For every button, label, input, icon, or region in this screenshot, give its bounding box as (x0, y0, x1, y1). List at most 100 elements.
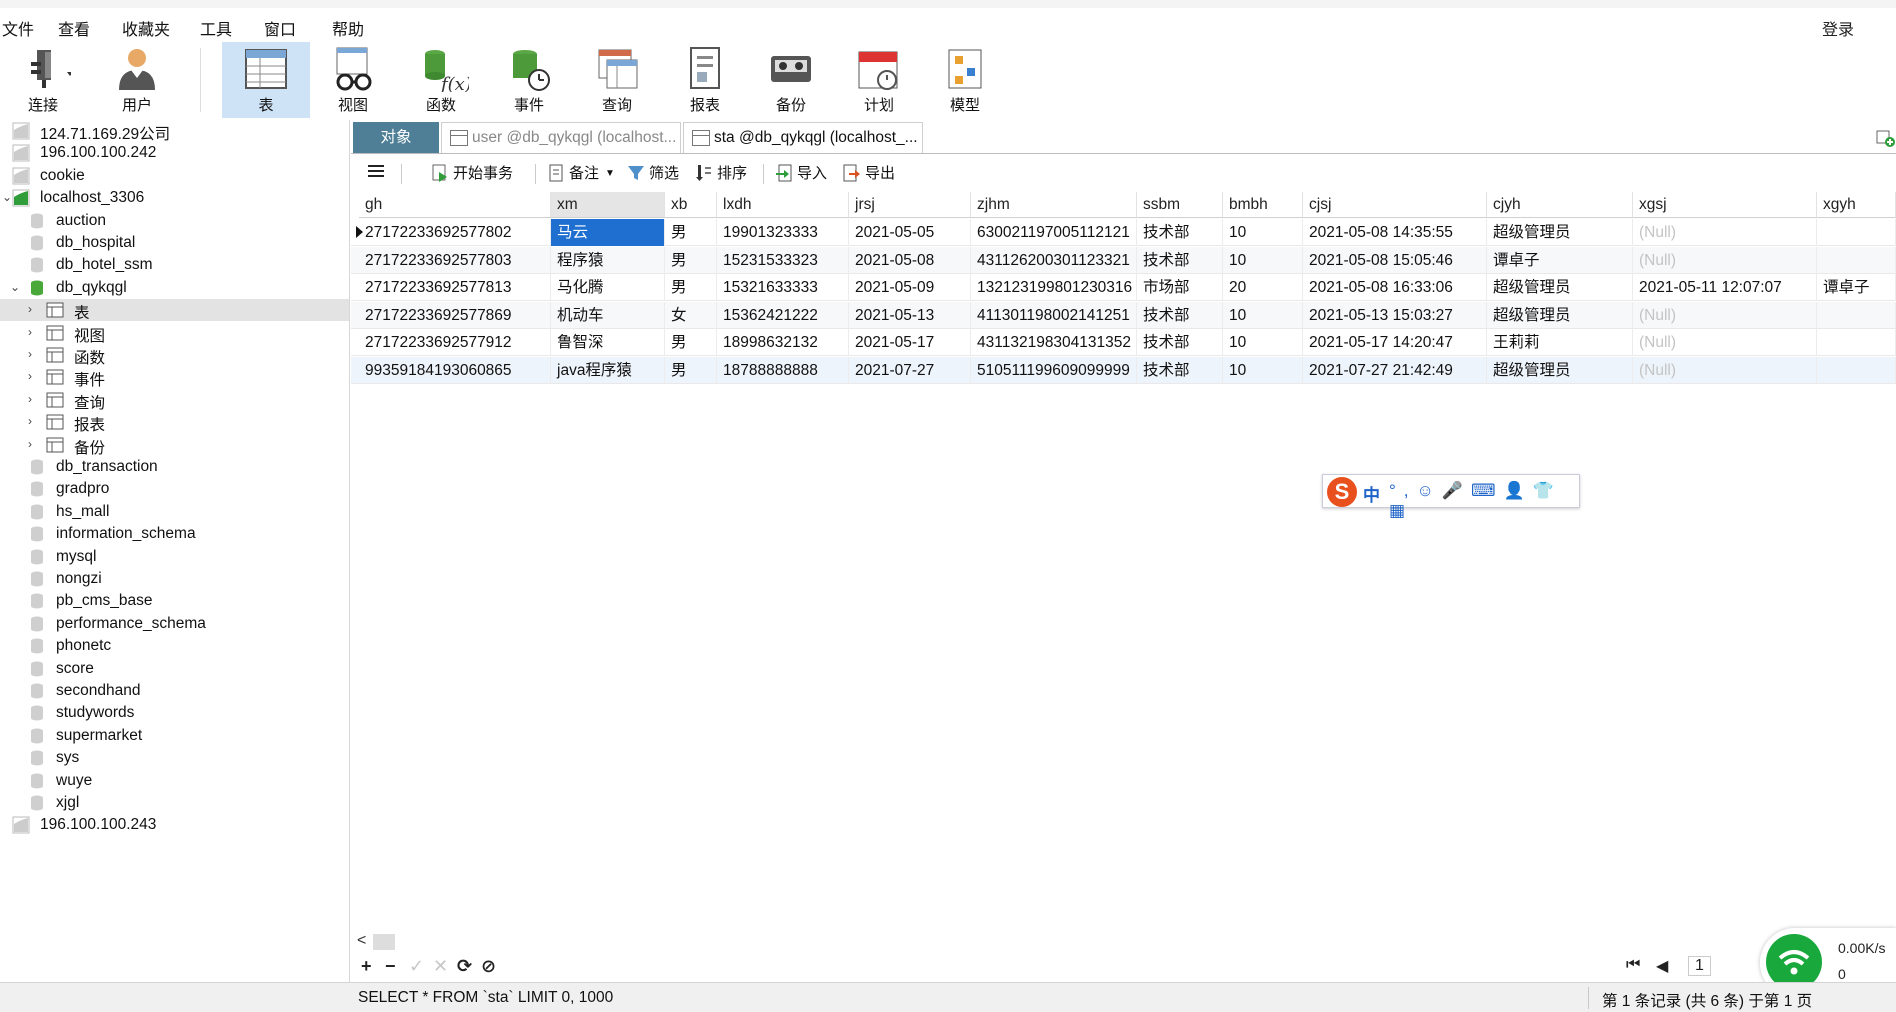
first-page-icon[interactable]: ⏮ (1626, 956, 1640, 974)
table-button[interactable]: 表 (222, 42, 310, 118)
table-cell[interactable]: 2021-05-17 14:20:47 (1303, 329, 1487, 356)
new-tab-icon[interactable] (1876, 128, 1896, 148)
schedule-button[interactable]: 计划 (836, 42, 922, 118)
tree-item[interactable]: pb_cms_base (0, 590, 349, 612)
collapse-arrow-icon[interactable]: › (28, 325, 40, 339)
column-header[interactable]: xb (665, 192, 717, 218)
table-cell[interactable]: 630021197005112121 (971, 219, 1137, 246)
table-cell[interactable]: 27172233692577813 (359, 274, 551, 301)
table-cell[interactable]: 431126200301123321 (971, 246, 1137, 274)
table-cell[interactable]: 程序猿 (551, 246, 665, 274)
column-header[interactable]: xgyh (1817, 192, 1896, 218)
ime-toolbar[interactable]: S 中 °,☺🎤⌨👤👕▦ (1322, 474, 1580, 520)
table-cell[interactable]: 510511199609099999 (971, 356, 1137, 384)
table-cell[interactable]: 超级管理员 (1487, 274, 1633, 301)
table-cell[interactable] (1817, 219, 1896, 246)
connect-button[interactable]: 连接 (0, 42, 86, 118)
delete-record-icon[interactable]: − (385, 956, 396, 977)
table-cell[interactable]: 10 (1223, 246, 1303, 274)
menu-view[interactable]: 查看 (58, 16, 90, 40)
filter-button[interactable]: 筛选 (627, 162, 679, 186)
menu-help[interactable]: 帮助 (332, 16, 364, 40)
table-cell[interactable]: 马云 (551, 219, 665, 246)
user-button[interactable]: 用户 (94, 42, 180, 118)
tree-item[interactable]: › 报表 (0, 411, 349, 434)
table-cell[interactable]: java程序猿 (551, 356, 665, 384)
table-cell[interactable]: 超级管理员 (1487, 219, 1633, 246)
tree-item[interactable]: cookie (0, 165, 349, 187)
menu-tools[interactable]: 工具 (200, 16, 232, 40)
table-cell[interactable]: 2021-05-17 (849, 329, 971, 356)
table-cell[interactable]: 谭卓子 (1487, 246, 1633, 274)
column-header[interactable]: jrsj (849, 192, 971, 218)
table-cell[interactable]: 2021-05-13 15:03:27 (1303, 301, 1487, 329)
table-cell[interactable]: 15321633333 (717, 274, 849, 301)
backup-button[interactable]: 备份 (748, 42, 834, 118)
table-cell[interactable]: 18788888888 (717, 356, 849, 384)
column-header[interactable]: zjhm (971, 192, 1137, 218)
connection-tree[interactable]: 124.71.169.29公司 196.100.100.242 cookie ⌄ loc… (0, 120, 350, 982)
table-cell[interactable]: 27172233692577802 (359, 219, 551, 246)
table-cell[interactable]: 19901323333 (717, 219, 849, 246)
table-cell[interactable]: 技术部 (1137, 356, 1223, 384)
table-cell[interactable]: 27172233692577912 (359, 329, 551, 356)
tree-item[interactable]: › 备份 (0, 434, 349, 457)
memo-button[interactable]: 备注 ▼ (547, 162, 615, 186)
collapse-arrow-icon[interactable]: › (28, 414, 40, 428)
expand-arrow-icon[interactable]: ⌄ (10, 280, 22, 294)
menu-favorites[interactable]: 收藏夹 (122, 16, 170, 40)
page-number-field[interactable]: 1 (1688, 956, 1711, 976)
login-button[interactable]: 登录 (1822, 16, 1854, 40)
event-button[interactable]: 事件 (486, 42, 572, 118)
export-button[interactable]: 导出 (843, 162, 895, 186)
table-cell[interactable]: 男 (665, 329, 717, 356)
tree-item[interactable]: › 表 (0, 299, 349, 322)
table-cell[interactable]: 2021-07-27 21:42:49 (1303, 356, 1487, 384)
sort-button[interactable]: 排序 (695, 162, 747, 186)
table-cell[interactable]: 男 (665, 356, 717, 384)
table-cell[interactable]: 技术部 (1137, 329, 1223, 356)
table-cell[interactable]: 20 (1223, 274, 1303, 301)
table-cell[interactable]: 18998632132 (717, 329, 849, 356)
table-cell[interactable]: 超级管理员 (1487, 301, 1633, 329)
table-cell[interactable] (1817, 329, 1896, 356)
collapse-arrow-icon[interactable]: › (28, 347, 40, 361)
table-cell[interactable]: 2021-05-08 14:35:55 (1303, 219, 1487, 246)
table-cell[interactable] (1817, 301, 1896, 329)
prev-page-icon[interactable]: ◀ (1656, 956, 1668, 976)
table-cell[interactable]: 2021-05-09 (849, 274, 971, 301)
table-cell[interactable] (1817, 356, 1896, 384)
tree-item[interactable]: › 事件 (0, 366, 349, 389)
table-cell[interactable]: 男 (665, 219, 717, 246)
tree-item[interactable]: score (0, 658, 349, 680)
tree-item[interactable]: gradpro (0, 478, 349, 500)
ime-language-toggle[interactable]: 中 (1363, 481, 1380, 506)
tree-item[interactable]: studywords (0, 702, 349, 724)
refresh-icon[interactable]: ⟳ (457, 956, 472, 977)
tree-item[interactable]: db_hospital (0, 232, 349, 254)
table-cell[interactable]: 2021-05-05 (849, 219, 971, 246)
tree-item[interactable]: 124.71.169.29公司 (0, 120, 349, 143)
model-button[interactable]: 模型 (922, 42, 1008, 118)
tree-item[interactable]: nongzi (0, 568, 349, 590)
tree-item[interactable]: db_transaction (0, 456, 349, 478)
table-cell[interactable]: 431132198304131352 (971, 329, 1137, 356)
tab-objects[interactable]: 对象 (353, 122, 439, 153)
table-cell[interactable]: 2021-05-13 (849, 301, 971, 329)
tree-item[interactable]: db_hotel_ssm (0, 254, 349, 276)
table-cell[interactable]: 马化腾 (551, 274, 665, 301)
collapse-arrow-icon[interactable]: › (28, 437, 40, 451)
import-button[interactable]: 导入 (775, 162, 827, 186)
column-header[interactable]: xm (551, 192, 665, 218)
stop-icon[interactable]: ⊘ (481, 956, 496, 977)
discard-changes-icon[interactable]: ✕ (433, 956, 448, 977)
table-cell[interactable]: 27172233692577869 (359, 301, 551, 329)
tree-item[interactable]: xjgl (0, 792, 349, 814)
tree-item[interactable]: mysql (0, 546, 349, 568)
menu-icon[interactable] (367, 162, 385, 186)
function-button[interactable]: f(x) 函数 (398, 42, 484, 118)
table-cell[interactable]: 机动车 (551, 301, 665, 329)
horizontal-scrollbar[interactable]: < (351, 932, 1896, 952)
column-header[interactable]: gh (359, 192, 551, 218)
table-cell[interactable]: 2021-05-08 15:05:46 (1303, 246, 1487, 274)
